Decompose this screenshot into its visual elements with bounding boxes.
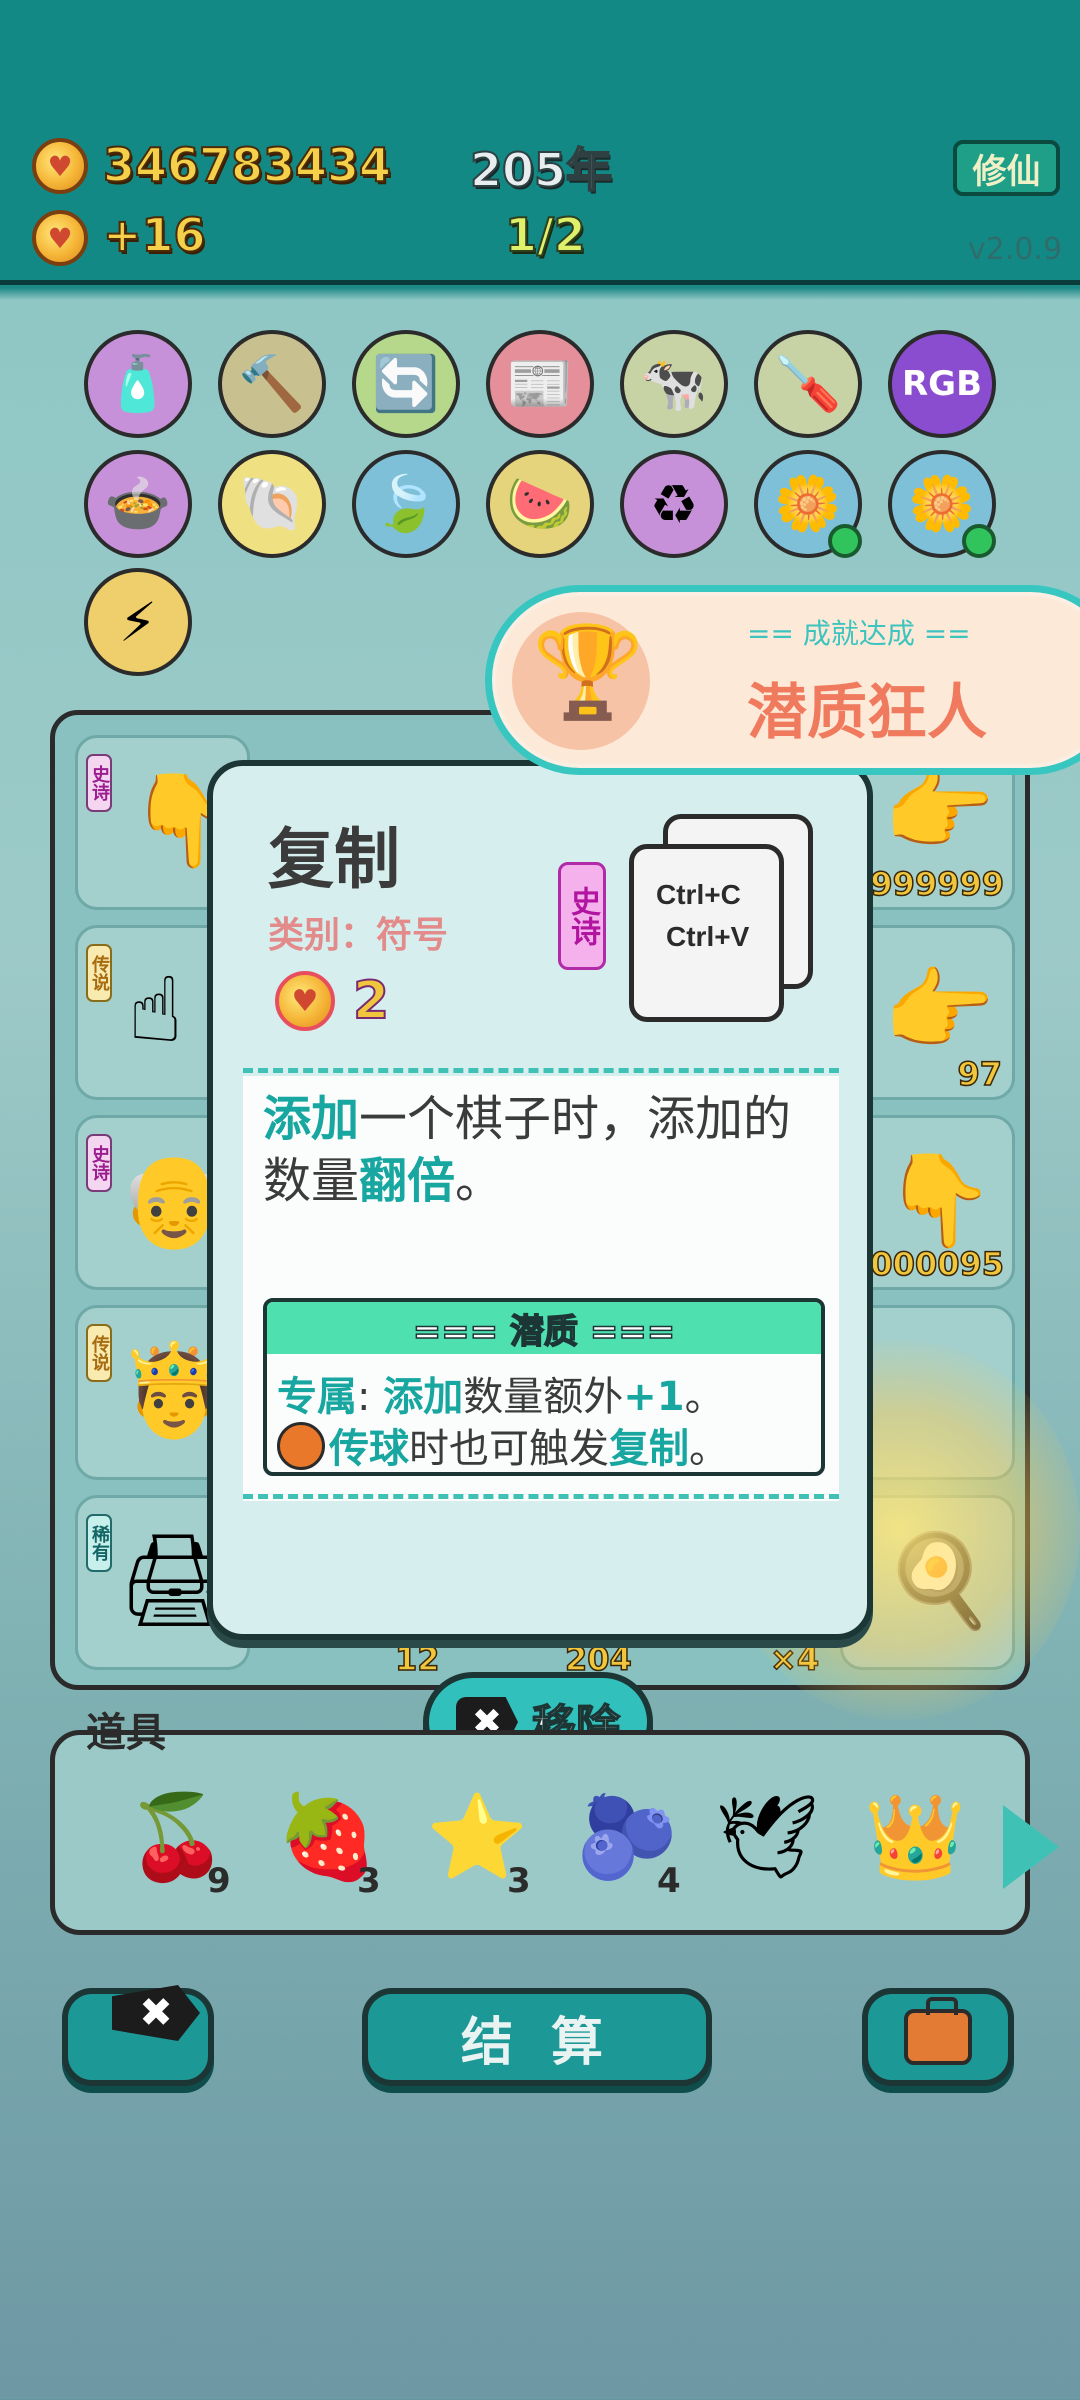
rgb-icon[interactable]: RGB [888,330,996,438]
cell-count: 000095 [870,1244,1005,1284]
hammer-icon[interactable]: 🔨 [218,330,326,438]
cell-count: 999999 [870,864,1005,904]
year-counter: 205年 [469,142,613,198]
top-hud: ♥ 346783434 ♥ +16 205年 1/2 修仙 v2.0.9 [0,0,1080,285]
divider [243,1494,839,1499]
status-dot [828,524,862,558]
trophy-icon: 🏆 [532,620,645,725]
status-dot [962,524,996,558]
prop-count: 3 [507,1861,531,1901]
next-arrow-icon[interactable] [1003,1805,1059,1889]
rarity-tag: 稀有 [86,1514,112,1572]
cow-couple-icon[interactable]: 🐄 [620,330,728,438]
version-label: v2.0.9 [968,232,1063,267]
achievement-label: == 成就达成 == [747,617,971,650]
props-tray: 🍒 9 🍓 3 ⭐ 3 🫐 4 🕊 👑 [50,1730,1059,1935]
cultivate-button[interactable]: 修仙 [953,140,1060,196]
item-title: 复制 [268,821,400,898]
refresh-icon[interactable]: 🔄 [352,330,460,438]
pointing-diagonal-icon: 👇 [883,1148,996,1253]
basketball-icon [277,1422,325,1470]
potential-title: === 潜质 === [267,1302,821,1354]
card-text: Ctrl+C [656,879,741,910]
coin-icon: ♥ [275,971,335,1031]
pot-icon[interactable]: 🍲 [84,450,192,558]
rarity-tag: 史诗 [86,754,112,812]
crown-icon[interactable]: 👑 [855,1773,975,1903]
rarity-tag: 史诗 [86,1134,112,1192]
item-detail-popup: 复制 类别：符号 ♥ 2 史诗 Ctrl+C Ctrl+V 添加一个棋子时，添加… [207,760,873,1640]
prop-count: 4 [657,1861,681,1901]
round-counter: 1/2 [504,207,587,263]
achievement-name: 潜质狂人 [747,678,987,748]
item-category: 类别：符号 [268,915,449,956]
time-magazine-icon[interactable]: 📰 [486,330,594,438]
coin-income: +16 [102,207,207,263]
backpack-button[interactable] [862,1988,1014,2086]
leaf-icon[interactable]: 🍃 [352,450,460,558]
income-coin-icon: ♥ [32,210,88,266]
rarity-tag: 史诗 [558,862,606,970]
cell-count: 12 [394,1639,440,1679]
briefcase-icon [904,1997,972,2065]
rarity-tag: 传说 [86,944,112,1002]
recycle-icon[interactable]: ♻ [620,450,728,558]
spray-bottle-icon[interactable]: 🧴 [84,330,192,438]
pigeon-icon[interactable]: 🕊 [707,1773,827,1903]
fruit-basket-icon[interactable]: 🍉 [486,450,594,558]
lightning-icon[interactable]: ⚡ [84,568,192,676]
item-cost: 2 [352,970,390,1032]
prop-count: 3 [357,1861,381,1901]
pointing-up-icon: ☝ [128,958,183,1063]
potential-line-2: 传球时也可触发复制。 [277,1416,729,1472]
card-text: Ctrl+V [666,921,750,952]
rarity-tag: 传说 [86,1324,112,1382]
screwdriver-icon[interactable]: 🪛 [754,330,862,438]
divider [243,1068,839,1073]
settle-label: 结 算 [460,2012,614,2073]
props-label: 道具 [86,1710,166,1756]
coin-icon: ♥ [32,138,88,194]
settle-button[interactable]: 结 算 [362,1988,712,2086]
coin-total: 346783434 [102,137,392,193]
prop-count: 9 [207,1861,231,1901]
potential-line-1: 专属: 添加数量额外+1。 [277,1374,725,1420]
item-description: 添加一个棋子时，添加的数量翻倍。 [263,1091,792,1209]
achievement-banner: 🏆 == 成就达成 == 潜质狂人 [485,585,1080,775]
cell-count: 97 [957,1054,1003,1094]
pointing-right-icon: 👉 [883,958,996,1063]
potential-box: === 潜质 === 专属: 添加数量额外+1。 传球时也可触发复制。 [263,1298,825,1476]
shell-icon[interactable]: 🐚 [218,450,326,558]
copy-card-icon: Ctrl+C Ctrl+V [629,844,784,1022]
